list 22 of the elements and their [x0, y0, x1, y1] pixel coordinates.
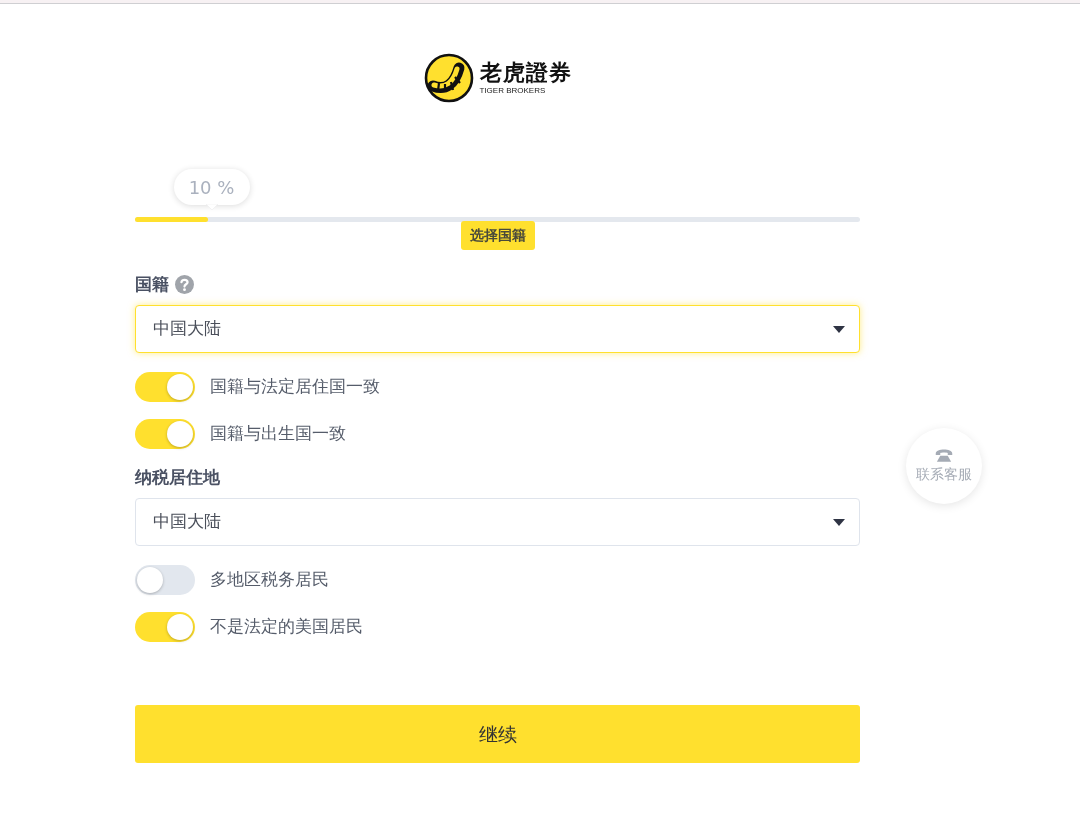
toggle-label: 不是法定的美国居民 — [210, 615, 363, 639]
toggle-switch[interactable] — [135, 419, 195, 449]
toggle-label: 国籍与法定居住国一致 — [210, 375, 380, 399]
toggle-label: 多地区税务居民 — [210, 568, 329, 592]
select-field[interactable]: 中国大陆 — [135, 305, 860, 353]
brand-subtitle: TIGER BROKERS — [479, 86, 547, 96]
caret-icon — [833, 518, 845, 526]
caret-icon — [833, 325, 845, 333]
select-field[interactable]: 中国大陆 — [135, 498, 860, 546]
field-label: 国籍 — [135, 273, 169, 296]
progress-tooltip: 10 % — [173, 169, 250, 205]
toggle-switch[interactable] — [135, 612, 195, 642]
toggle-switch[interactable] — [135, 372, 195, 402]
toggle-switch[interactable] — [135, 565, 195, 595]
help-icon[interactable] — [175, 274, 194, 294]
toggle-label: 国籍与出生国一致 — [210, 422, 346, 446]
continue-button[interactable]: 继续 — [135, 705, 860, 763]
logo-icon — [423, 53, 474, 103]
step-tag: 选择国籍 — [460, 221, 535, 250]
phone-icon — [935, 447, 953, 462]
brand-name: 老虎證券 — [479, 60, 572, 86]
field-label: 纳税居住地 — [135, 466, 220, 489]
